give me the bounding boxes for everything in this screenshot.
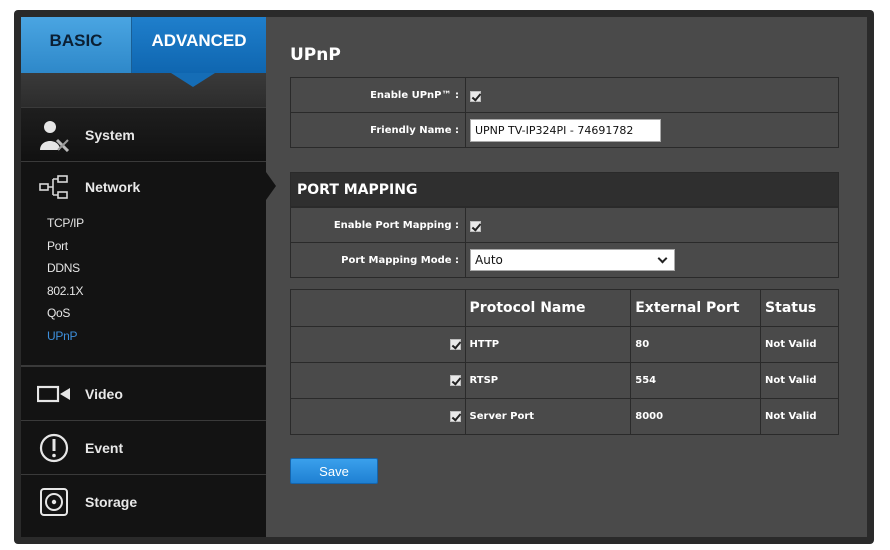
video-camera-icon — [35, 377, 73, 411]
column-header-select — [290, 289, 466, 327]
upnp-settings-table: Enable UPnP™ : Friendly Name : UPNP TV-I… — [290, 77, 839, 148]
network-tree-icon — [35, 172, 73, 202]
enable-upnp-checkbox[interactable] — [470, 90, 481, 102]
tab-basic[interactable]: BASIC — [21, 17, 132, 73]
friendly-name-input[interactable]: UPNP TV-IP324PI - 74691782 — [470, 118, 661, 142]
port-mapping-settings-table: Enable Port Mapping : Port Mapping Mode … — [290, 207, 839, 278]
submenu-item-port[interactable]: Port — [47, 235, 266, 258]
submenu-item-ddns[interactable]: DDNS — [47, 257, 266, 280]
row-checkbox[interactable] — [449, 410, 461, 422]
submenu-item-qos[interactable]: QoS — [47, 302, 266, 325]
sidebar-item-storage[interactable]: Storage — [21, 474, 266, 528]
mode-tabs: BASIC ADVANCED — [21, 17, 266, 73]
save-button[interactable]: Save — [290, 458, 378, 484]
protocol-cell: Server Port — [464, 398, 632, 435]
row-checkbox-cell — [290, 362, 466, 399]
port-mapping-mode-select[interactable]: Auto — [470, 249, 675, 271]
app-window: BASIC ADVANCED System Network TCP/IP Por… — [21, 17, 867, 537]
form-row: Enable UPnP™ : — [290, 77, 839, 113]
enable-port-mapping-cell — [465, 207, 839, 243]
port-mapping-mode-label: Port Mapping Mode : — [290, 242, 466, 278]
port-mapping-mode-cell: Auto — [465, 242, 839, 278]
sidebar-item-label: Event — [85, 439, 124, 456]
network-submenu: TCP/IP Port DDNS 802.1X QoS UPnP — [21, 212, 266, 347]
sidebar-item-network[interactable]: Network — [21, 162, 266, 212]
select-value: Auto — [475, 253, 503, 267]
submenu-item-tcpip[interactable]: TCP/IP — [47, 212, 266, 235]
table-row: HTTP 80 Not Valid — [290, 326, 839, 363]
port-cell: 554 — [630, 362, 762, 399]
disk-icon — [35, 485, 73, 519]
enable-port-mapping-label: Enable Port Mapping : — [290, 207, 466, 243]
device-frame: BASIC ADVANCED System Network TCP/IP Por… — [14, 10, 874, 544]
enable-port-mapping-checkbox[interactable] — [470, 220, 481, 232]
column-header-protocol: Protocol Name — [464, 289, 632, 327]
friendly-name-label: Friendly Name : — [290, 112, 466, 148]
port-cell: 8000 — [630, 398, 762, 435]
column-header-status: Status — [760, 289, 839, 327]
sidebar-item-label: Storage — [85, 493, 138, 510]
submenu-item-upnp[interactable]: UPnP — [47, 325, 266, 348]
active-tab-notch — [171, 73, 215, 87]
form-row: Enable Port Mapping : — [290, 207, 839, 243]
main-panel: UPnP Enable UPnP™ : Friendly Name : UPNP… — [266, 17, 867, 537]
port-mapping-section-header: PORT MAPPING — [290, 172, 839, 207]
sidebar-group-network: Network TCP/IP Port DDNS 802.1X QoS UPnP — [21, 161, 276, 366]
port-cell: 80 — [630, 326, 762, 363]
sidebar-item-label: System — [85, 126, 135, 143]
sidebar-item-video[interactable]: Video — [21, 366, 266, 420]
enable-upnp-label: Enable UPnP™ : — [290, 77, 466, 113]
tab-advanced[interactable]: ADVANCED — [132, 17, 266, 73]
table-row: Server Port 8000 Not Valid — [290, 398, 839, 435]
row-checkbox-cell — [290, 398, 466, 435]
submenu-item-8021x[interactable]: 802.1X — [47, 280, 266, 303]
page-title: UPnP — [290, 45, 341, 65]
row-checkbox[interactable] — [449, 374, 461, 386]
tab-indicator-strip — [21, 73, 266, 107]
table-row: RTSP 554 Not Valid — [290, 362, 839, 399]
alert-icon — [35, 431, 73, 465]
row-checkbox-cell — [290, 326, 466, 363]
sidebar-item-event[interactable]: Event — [21, 420, 266, 474]
friendly-name-cell: UPNP TV-IP324PI - 74691782 — [465, 112, 839, 148]
table-header-row: Protocol Name External Port Status — [290, 289, 839, 327]
sidebar-item-label: Network — [85, 179, 141, 195]
sidebar: BASIC ADVANCED System Network TCP/IP Por… — [21, 17, 276, 537]
port-mapping-table: Protocol Name External Port Status HTTP … — [290, 289, 839, 435]
form-row: Port Mapping Mode : Auto — [290, 242, 839, 278]
status-cell: Not Valid — [760, 326, 839, 363]
sidebar-item-label: Video — [85, 385, 123, 402]
technician-icon — [35, 118, 73, 152]
protocol-cell: RTSP — [464, 362, 632, 399]
row-checkbox[interactable] — [449, 338, 461, 350]
sidebar-item-system[interactable]: System — [21, 107, 266, 161]
protocol-cell: HTTP — [464, 326, 632, 363]
enable-upnp-cell — [465, 77, 839, 113]
form-row: Friendly Name : UPNP TV-IP324PI - 746917… — [290, 112, 839, 148]
column-header-port: External Port — [630, 289, 762, 327]
status-cell: Not Valid — [760, 398, 839, 435]
status-cell: Not Valid — [760, 362, 839, 399]
chevron-down-icon — [657, 253, 668, 264]
